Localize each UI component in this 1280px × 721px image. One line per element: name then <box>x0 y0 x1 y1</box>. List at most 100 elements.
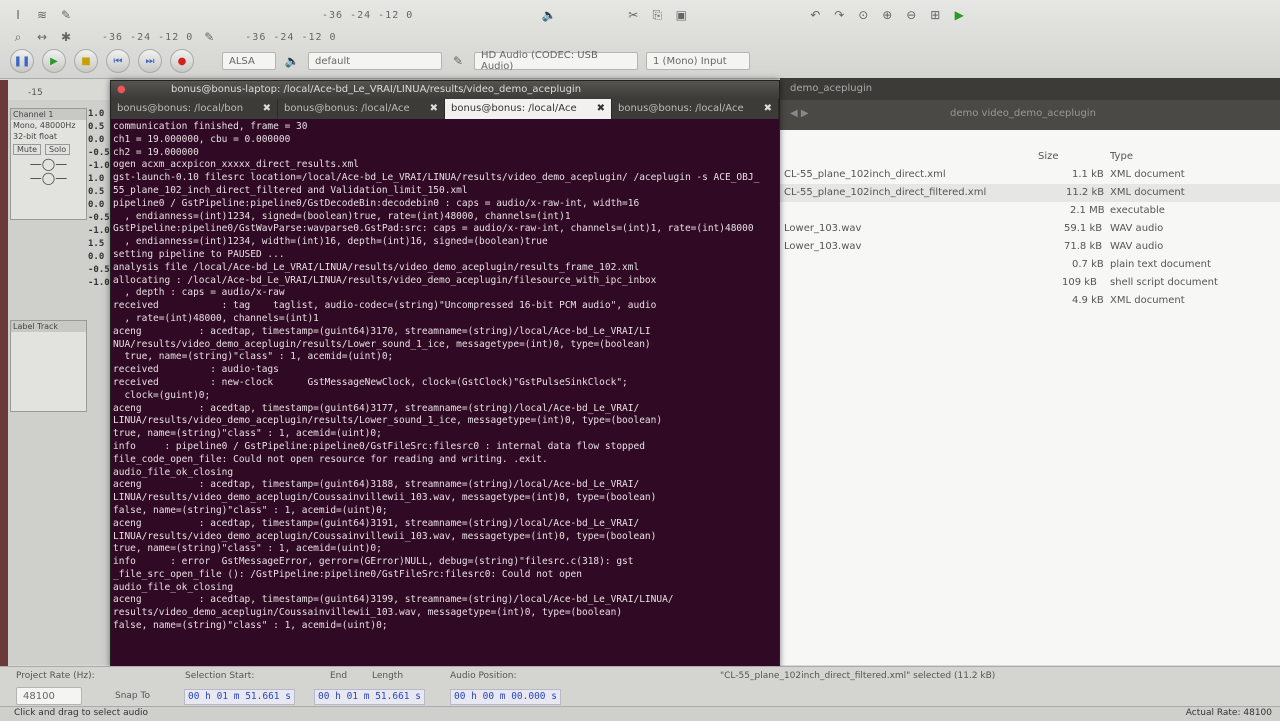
tab-label: bonus@bonus: /local/Ace <box>451 103 577 114</box>
tab-close-icon[interactable]: ✖ <box>764 99 772 119</box>
record-meter-scale-right: -36 -24 -12 0 <box>245 31 337 43</box>
terminal-line: false, name=(string)"class" : 1, acemid=… <box>113 620 388 632</box>
draw-tool-icon[interactable]: ✎ <box>58 8 74 22</box>
speaker-icon[interactable]: 🔈 <box>541 8 557 22</box>
snap-to-checkbox[interactable]: Snap To <box>115 691 150 701</box>
file-type: XML document <box>1110 187 1185 198</box>
file-row[interactable]: Lower_103.wav 59.1 kB WAV audio <box>780 220 1280 238</box>
file-row[interactable]: 109 kB shell script document <box>780 274 1280 292</box>
selection-tool-icon[interactable]: I <box>10 8 26 22</box>
input-device-select[interactable]: HD Audio (CODEC: USB Audio) <box>474 50 638 72</box>
amplitude-scale: 1.0 0.5 0.0 -0.5 -1.0 1.0 0.5 0.0 -0.5 -… <box>88 108 110 290</box>
terminal-line: ch1 = 19.000000, cbu = 0.000000 <box>113 133 291 145</box>
terminal-tab[interactable]: bonus@bonus: /local/Ace ✖ <box>612 99 779 119</box>
file-row[interactable]: 4.9 kB XML document <box>780 292 1280 310</box>
size-column-header[interactable]: Size <box>1038 151 1059 162</box>
terminal-line: LINUA/results/video_demo_aceplugin/resul… <box>113 415 663 427</box>
file-manager-titlebar[interactable]: demo_aceplugin <box>780 78 1280 100</box>
scale-tick: 1.5 <box>88 239 105 249</box>
mic-icon[interactable]: ✎ <box>201 30 217 44</box>
zoom-in-icon[interactable]: ⊕ <box>879 8 895 22</box>
envelope-tool-icon[interactable]: ≋ <box>34 8 50 22</box>
skip-start-button[interactable]: ⏮ <box>106 49 130 73</box>
file-type: shell script document <box>1110 277 1218 288</box>
label-track-control[interactable]: Label Track <box>10 320 87 412</box>
track-format: 32-bit float <box>13 132 58 141</box>
mute-button[interactable]: Mute <box>13 144 42 155</box>
scale-tick: 1.0 <box>88 109 105 119</box>
tab-close-icon[interactable]: ✖ <box>430 99 438 119</box>
audacity-toolbar: I ≋ ✎ -36 -24 -12 0 🔈 ✂ ⎘ ▣ ↶ ↷ ⊙ ⊕ ⊖ ⊞ … <box>0 0 1280 79</box>
terminal-line: allocating : /local/Ace-bd_Le_VRAI/LINUA… <box>113 274 657 286</box>
terminal-line: LINUA/results/video_demo_aceplugin/Couss… <box>113 492 657 504</box>
status-bar: Click and drag to select audio Actual Ra… <box>0 706 1280 721</box>
terminal-line: aceng : acedtap, timestamp=(guint64)3191… <box>113 517 640 529</box>
terminal-tab[interactable]: bonus@bonus: /local/bon ✖ <box>111 99 278 119</box>
scale-tick: -0.5 <box>88 213 110 223</box>
terminal-line: analysis file /local/Ace-bd_Le_VRAI/LINU… <box>113 261 640 273</box>
file-size: 0.7 kB <box>1072 259 1104 270</box>
track-control-panel[interactable]: Channel 1 Mono, 48000Hz 32-bit float Mut… <box>10 108 87 220</box>
timeline-marker: -15 <box>28 88 43 98</box>
file-size: 71.8 kB <box>1064 241 1103 252</box>
launcher-edge <box>0 80 8 666</box>
close-window-icon[interactable]: ● <box>117 84 126 95</box>
tab-label: bonus@bonus: /local/Ace <box>284 103 410 114</box>
terminal-output[interactable]: communication finished, frame = 30 ch1 = … <box>113 121 775 665</box>
fit-selection-icon[interactable]: ⊞ <box>927 8 943 22</box>
scale-tick: 0.0 <box>88 252 105 262</box>
tab-close-icon[interactable]: ✖ <box>263 99 271 119</box>
file-type: plain text document <box>1110 259 1211 270</box>
path-bar[interactable]: demo video_demo_aceplugin <box>950 108 1096 119</box>
track-panel: -15 Channel 1 Mono, 48000Hz 32-bit float… <box>0 88 111 665</box>
copy-icon[interactable]: ⎘ <box>649 8 665 23</box>
terminal-line: false, name=(string)"class" : 1, acemid=… <box>113 504 388 516</box>
track-name-menu[interactable]: Channel 1 <box>11 109 86 120</box>
zoom-out-icon[interactable]: ⊖ <box>903 8 919 22</box>
file-size: 109 kB <box>1062 277 1097 288</box>
file-row[interactable]: CL-55_plane_102inch_direct.xml 1.1 kB XM… <box>780 166 1280 184</box>
multi-tool-icon[interactable]: ✱ <box>58 30 74 44</box>
selection-start-field[interactable]: 00 h 01 m 51.661 s <box>184 689 295 705</box>
tab-close-icon[interactable]: ✖ <box>597 99 605 119</box>
audio-position-field[interactable]: 00 h 00 m 00.000 s <box>450 689 561 705</box>
back-icon[interactable]: ◀ ▶ <box>790 108 809 119</box>
type-column-header[interactable]: Type <box>1110 151 1133 162</box>
file-name: Lower_103.wav <box>784 241 862 252</box>
redo-icon[interactable]: ↷ <box>831 8 847 22</box>
file-row[interactable]: 0.7 kB plain text document <box>780 256 1280 274</box>
input-channels-select[interactable]: 1 (Mono) Input <box>646 52 750 70</box>
stop-button[interactable]: ■ <box>74 49 98 73</box>
gain-slider[interactable]: —◯— <box>11 157 86 171</box>
pause-button[interactable]: ❚❚ <box>10 49 34 73</box>
timeshift-tool-icon[interactable]: ↔ <box>34 30 50 44</box>
project-rate-select[interactable]: 48100 <box>16 687 82 705</box>
file-row-selected[interactable]: CL-55_plane_102inch_direct_filtered.xml … <box>780 184 1280 202</box>
skip-end-button[interactable]: ⏭ <box>138 49 162 73</box>
end-radio[interactable]: End <box>330 671 347 681</box>
play-button[interactable]: ▶ <box>42 49 66 73</box>
play-at-speed-icon[interactable]: ▶ <box>951 8 967 22</box>
file-row[interactable]: 2.1 MB executable <box>780 202 1280 220</box>
sync-lock-icon[interactable]: ⊙ <box>855 8 871 22</box>
undo-icon[interactable]: ↶ <box>807 8 823 22</box>
cut-icon[interactable]: ✂ <box>625 8 641 22</box>
output-device-select[interactable]: default <box>308 52 442 70</box>
selection-end-field[interactable]: 00 h 01 m 51.661 s <box>314 689 425 705</box>
record-meter-scale-left: -36 -24 -12 0 <box>102 31 194 43</box>
terminal-line: ch2 = 19.000000 <box>113 146 199 158</box>
zoom-tool-icon[interactable]: ⌕ <box>10 30 26 45</box>
pan-slider[interactable]: —◯— <box>11 171 86 185</box>
record-button[interactable]: ● <box>170 49 194 73</box>
terminal-titlebar[interactable]: ● bonus@bonus-laptop: /local/Ace-bd_Le_V… <box>111 81 779 99</box>
terminal-tab[interactable]: bonus@bonus: /local/Ace ✖ <box>278 99 445 119</box>
label-track-name[interactable]: Label Track <box>11 321 86 332</box>
solo-button[interactable]: Solo <box>45 144 71 155</box>
file-row[interactable]: Lower_103.wav 71.8 kB WAV audio <box>780 238 1280 256</box>
file-name: CL-55_plane_102inch_direct_filtered.xml <box>784 187 987 198</box>
terminal-tab-active[interactable]: bonus@bonus: /local/Ace ✖ <box>445 99 612 119</box>
scale-tick: 0.5 <box>88 187 105 197</box>
paste-icon[interactable]: ▣ <box>673 8 689 22</box>
length-radio[interactable]: Length <box>372 671 403 681</box>
audio-host-select[interactable]: ALSA <box>222 52 276 70</box>
